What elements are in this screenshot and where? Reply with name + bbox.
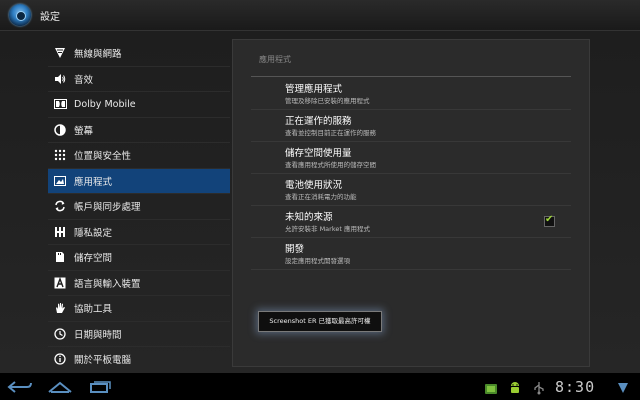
pref-running-services[interactable]: 正在運作的服務 查看並控制目前正在運作的服務 (251, 110, 571, 142)
pref-summary: 允許安裝非 Market 應用程式 (285, 225, 370, 233)
info-icon (52, 351, 68, 367)
clock-icon (52, 326, 68, 342)
privacy-grid-icon (52, 224, 68, 240)
sidebar-item-dolby[interactable]: Dolby Mobile (48, 92, 230, 118)
sidebar-item-label: 音效 (74, 74, 94, 86)
unknown-sources-checkbox[interactable] (544, 214, 555, 227)
pref-summary: 查看並控制目前正在運作的服務 (285, 129, 376, 137)
signal-icon[interactable] (616, 380, 630, 394)
recent-apps-icon[interactable] (86, 378, 114, 396)
sync-icon (52, 198, 68, 214)
sidebar-item-label: 關於平板電腦 (74, 355, 132, 367)
pref-unknown-sources[interactable]: 未知的來源 允許安裝非 Market 應用程式 (251, 206, 571, 238)
sidebar-item-label: 語言與輸入裝置 (74, 278, 141, 290)
sidebar-item-label: 螢幕 (74, 125, 94, 137)
action-bar: 設定 (0, 0, 640, 31)
wifi-icon (52, 45, 68, 61)
panel-header: 應用程式 (259, 55, 291, 64)
toast-message: Screenshot ER 已獲取最高許可權 (258, 311, 382, 332)
sidebar-item-location[interactable]: 位置與安全性 (48, 143, 230, 169)
pref-storage-use[interactable]: 儲存空間使用量 查看應用程式所使用的儲存空間 (251, 142, 571, 174)
sidebar-item-accessibility[interactable]: 協助工具 (48, 296, 230, 322)
sidebar-item-display[interactable]: 螢幕 (48, 118, 230, 143)
sidebar-item-label: 位置與安全性 (74, 151, 132, 163)
android-robot-icon[interactable] (508, 380, 522, 394)
sidebar-item-label: 協助工具 (74, 304, 113, 316)
system-bar: 8:30 (0, 374, 640, 400)
pref-summary: 管理及移除已安裝的應用程式 (285, 97, 370, 105)
sidebar-item-storage[interactable]: 儲存空間 (48, 245, 230, 271)
sidebar-item-accounts[interactable]: 帳戶與同步處理 (48, 194, 230, 220)
pref-development[interactable]: 開發 設定應用程式開發選項 (251, 238, 571, 270)
sidebar-item-label: 應用程式 (74, 176, 113, 188)
apps-image-icon (52, 173, 68, 189)
sidebar-item-applications[interactable]: 應用程式 (48, 168, 230, 194)
pref-title: 電池使用狀況 (285, 180, 343, 191)
sidebar-item-label: 隱私設定 (74, 227, 113, 239)
sidebar-item-privacy[interactable]: 隱私設定 (48, 220, 230, 245)
speaker-icon (52, 71, 68, 87)
pref-summary: 查看應用程式所使用的儲存空間 (285, 161, 376, 169)
pref-title: 管理應用程式 (285, 84, 343, 95)
home-icon[interactable] (46, 378, 74, 396)
sidebar-item-language[interactable]: 語言與輸入裝置 (48, 271, 230, 296)
clock[interactable]: 8:30 (555, 378, 595, 396)
hand-icon (52, 300, 68, 316)
back-icon[interactable] (6, 378, 34, 396)
brightness-icon (52, 122, 68, 138)
sidebar-item-wireless[interactable]: 無線與網路 (48, 41, 230, 67)
keyboard-a-icon (52, 275, 68, 291)
pref-battery-use[interactable]: 電池使用狀況 查看正在消耗電力的功能 (251, 174, 571, 206)
sidebar-item-sound[interactable]: 音效 (48, 67, 230, 92)
pref-manage-apps[interactable]: 管理應用程式 管理及移除已安裝的應用程式 (251, 78, 571, 110)
sidebar-item-label: 帳戶與同步處理 (74, 202, 141, 214)
dolby-icon (52, 96, 68, 112)
pref-title: 未知的來源 (285, 212, 333, 223)
sidebar-item-about[interactable]: 關於平板電腦 (48, 347, 230, 372)
sidebar-item-date-time[interactable]: 日期與時間 (48, 322, 230, 347)
pref-summary: 查看正在消耗電力的功能 (285, 193, 357, 201)
usb-icon[interactable] (532, 380, 546, 395)
grid-dots-icon (52, 147, 68, 163)
sidebar-item-label: Dolby Mobile (74, 98, 136, 110)
sidebar-item-label: 日期與時間 (74, 329, 122, 341)
header-divider (251, 76, 571, 77)
pref-title: 開發 (285, 244, 305, 255)
sidebar-item-label: 儲存空間 (74, 253, 113, 265)
settings-app-icon[interactable] (9, 4, 31, 26)
storage-icon (52, 249, 68, 265)
pref-summary: 設定應用程式開發選項 (285, 257, 350, 265)
pref-title: 儲存空間使用量 (285, 148, 352, 159)
android-robot-icon[interactable] (484, 380, 498, 394)
app-title: 設定 (40, 12, 60, 23)
settings-sidebar: 無線與網路 音效 Dolby Mobile 螢幕 位置與安全性 應用程式 帳戶與… (48, 41, 230, 372)
sidebar-item-label: 無線與網路 (74, 49, 122, 61)
pref-title: 正在運作的服務 (285, 116, 352, 127)
